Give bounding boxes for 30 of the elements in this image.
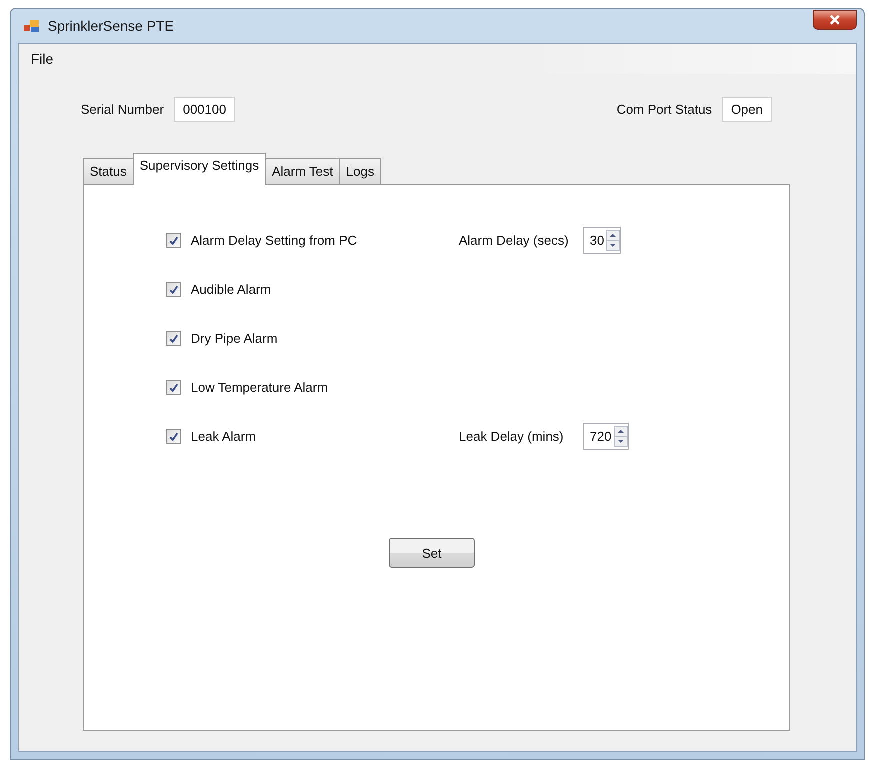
number-spinner[interactable]: 720 <box>583 423 629 450</box>
field-label: Com Port Status <box>616 102 712 116</box>
checkbox[interactable] <box>166 282 181 297</box>
set-button[interactable]: Set <box>389 538 475 568</box>
checkbox-label: Dry Pipe Alarm <box>191 331 278 346</box>
checkbox-label: Leak Alarm <box>191 429 256 444</box>
close-icon <box>829 15 841 25</box>
serial-number-field: 000100 <box>174 96 236 122</box>
checkbox-label: Audible Alarm <box>191 282 272 297</box>
tab[interactable]: Supervisory Settings <box>132 153 266 185</box>
spin-arrows-icon[interactable] <box>606 230 620 251</box>
tab[interactable]: Status <box>83 158 134 185</box>
checkbox[interactable] <box>166 331 181 346</box>
field-label: Serial Number <box>81 102 164 116</box>
tab[interactable]: Alarm Test <box>265 158 340 185</box>
number-spinner[interactable]: 30 <box>583 227 622 254</box>
field-label: Leak Delay (mins) <box>459 429 565 444</box>
menu-item[interactable]: File <box>25 49 60 69</box>
checkbox[interactable] <box>166 380 181 395</box>
tab[interactable]: Logs <box>339 158 382 185</box>
field-label: Alarm Delay (secs) <box>459 233 570 248</box>
close-button[interactable] <box>813 10 857 30</box>
checkbox-label: Low Temperature Alarm <box>191 380 328 395</box>
checkbox-label: Alarm Delay Setting from PC <box>191 233 358 248</box>
checkbox[interactable] <box>166 429 181 444</box>
checkbox[interactable] <box>166 233 181 248</box>
spin-arrows-icon[interactable] <box>614 426 628 447</box>
window-title: SprinklerSense PTE <box>48 18 176 34</box>
app-icon <box>24 19 40 33</box>
com-port-status-field: Open <box>722 96 772 122</box>
